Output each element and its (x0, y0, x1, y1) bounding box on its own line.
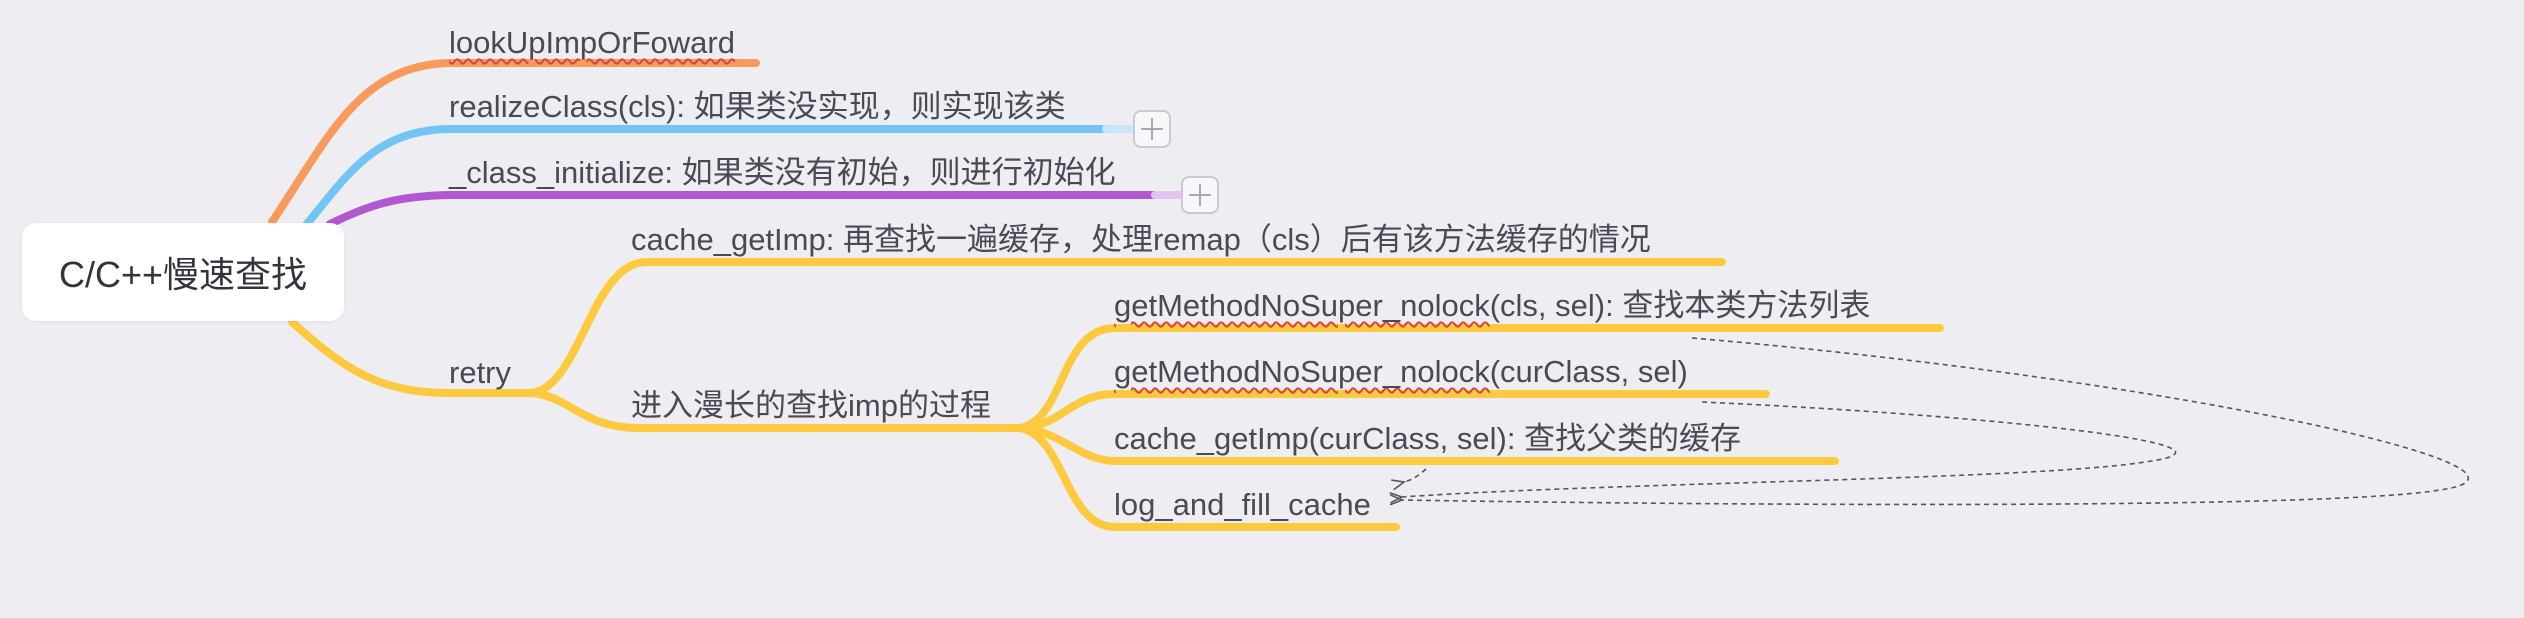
root-topic[interactable]: C/C++慢速查找 (22, 223, 344, 321)
topic-method-list-args: (cls, sel): 查找本类方法列表 (1489, 288, 1871, 323)
topic-retry[interactable]: retry (449, 357, 511, 388)
topic-lookup[interactable]: lookUpImpOrFoward (449, 27, 735, 58)
plus-icon (1141, 118, 1163, 140)
root-topic-label: C/C++慢速查找 (58, 254, 308, 295)
topic-method-list-fn: getMethodNoSuper_nolock (1114, 288, 1490, 323)
topic-cache-getimp[interactable]: cache_getImp: 再查找一遍缓存，处理remap（cls）后有该方法缓… (631, 224, 1651, 255)
expand-initialize-button[interactable] (1181, 176, 1219, 214)
topic-super-cache[interactable]: cache_getImp(curClass, sel): 查找父类的缓存 (1114, 423, 1741, 454)
topic-realize-class[interactable]: realizeClass(cls): 如果类没实现，则实现该类 (449, 91, 1066, 122)
topic-method-super-args: (curClass, sel) (1489, 354, 1688, 389)
connector-initialize (326, 191, 1159, 228)
topic-slow-lookup[interactable]: 进入漫长的查找imp的过程 (631, 390, 991, 421)
relation-arrow-super-cache (1404, 468, 1427, 482)
topic-method-list[interactable]: getMethodNoSuper_nolock(cls, sel): 查找本类方… (1114, 290, 1870, 321)
topic-method-super[interactable]: getMethodNoSuper_nolock(curClass, sel) (1114, 356, 1688, 387)
topic-class-initialize[interactable]: _class_initialize: 如果类没有初始，则进行初始化 (449, 157, 1116, 188)
topic-method-super-fn: getMethodNoSuper_nolock (1114, 354, 1490, 389)
topic-fill-cache[interactable]: log_and_fill_cache (1114, 489, 1371, 520)
plus-icon (1189, 184, 1211, 206)
expand-realize-button[interactable] (1133, 110, 1171, 148)
